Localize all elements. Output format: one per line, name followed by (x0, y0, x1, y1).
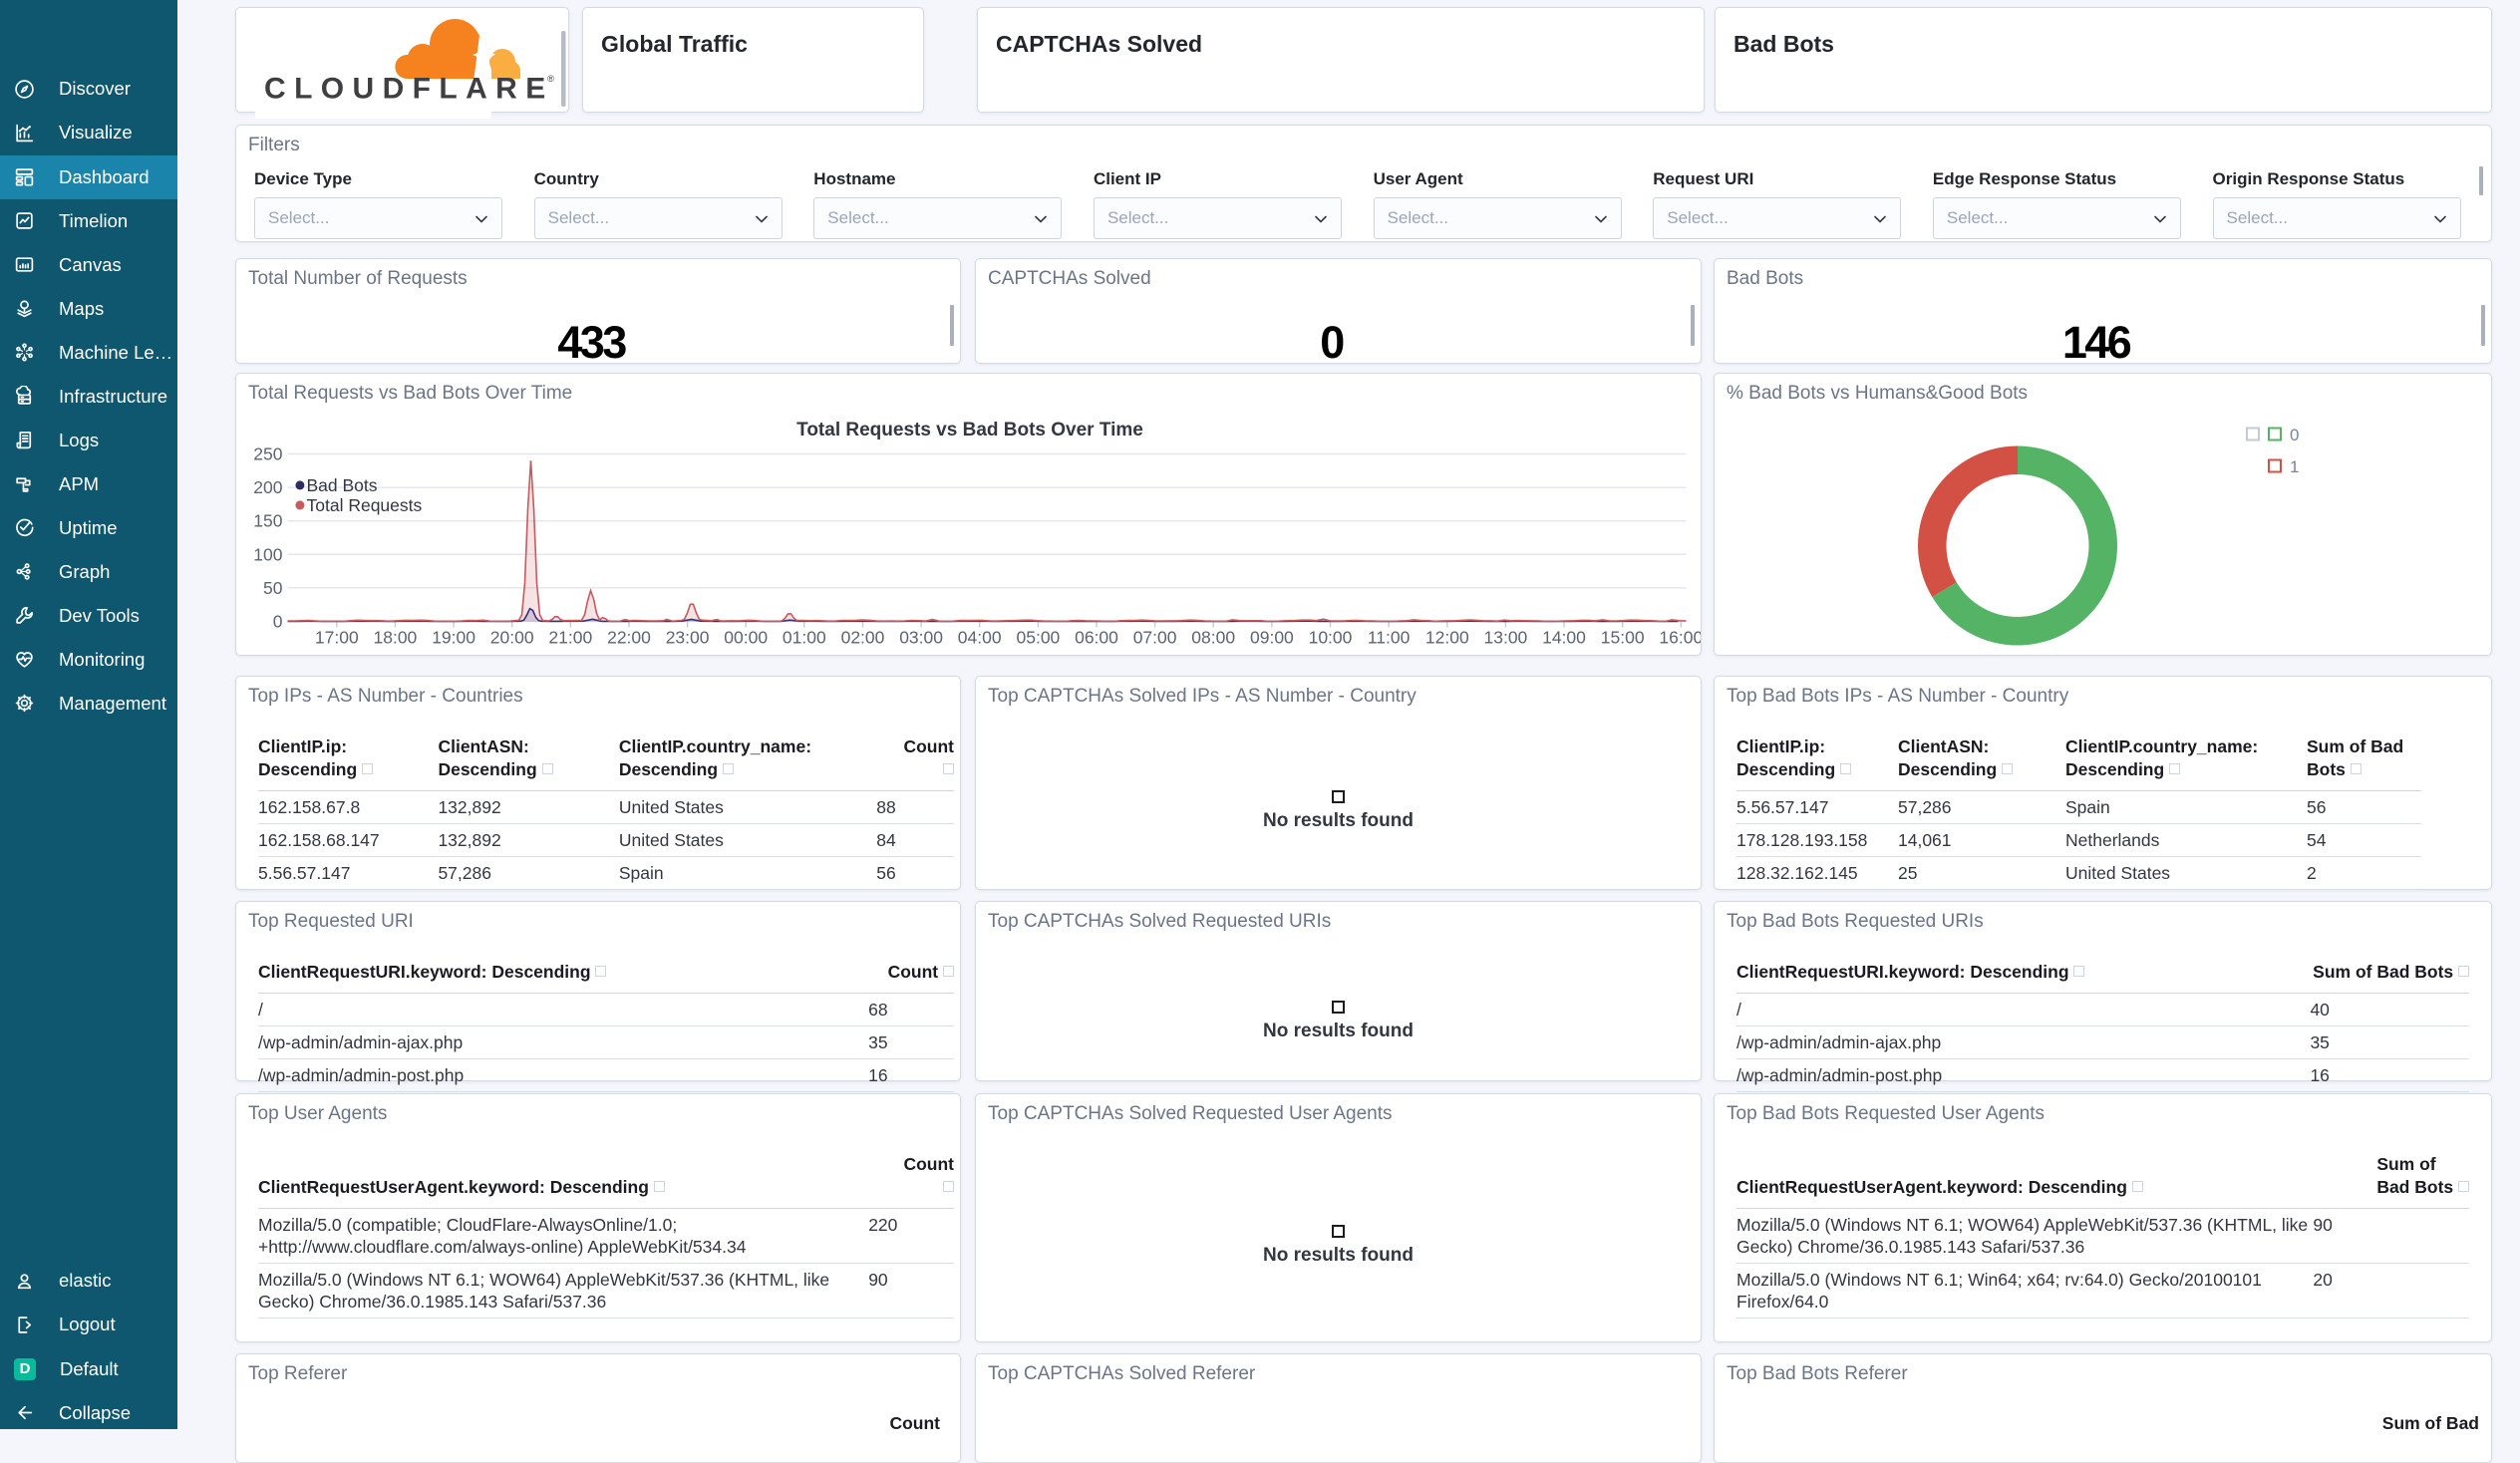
svg-text:05:00: 05:00 (1017, 628, 1061, 648)
svg-text:06:00: 06:00 (1075, 628, 1118, 648)
svg-text:04:00: 04:00 (958, 628, 1002, 648)
svg-text:11:00: 11:00 (1368, 628, 1411, 648)
svg-text:17:00: 17:00 (315, 628, 359, 648)
svg-text:Total Requests vs Bad Bots Ove: Total Requests vs Bad Bots Over Time (796, 420, 1143, 440)
svg-text:22:00: 22:00 (607, 628, 651, 648)
svg-text:50: 50 (263, 578, 283, 598)
svg-text:01:00: 01:00 (783, 628, 826, 648)
svg-text:18:00: 18:00 (374, 628, 418, 648)
svg-text:02:00: 02:00 (841, 628, 885, 648)
svg-text:200: 200 (253, 477, 282, 497)
svg-text:10:00: 10:00 (1309, 628, 1353, 648)
svg-text:20:00: 20:00 (490, 628, 534, 648)
svg-text:150: 150 (253, 511, 282, 531)
svg-text:Total Requests: Total Requests (307, 495, 423, 515)
svg-text:CLOUDFLARE: CLOUDFLARE (264, 73, 554, 106)
svg-text:100: 100 (253, 544, 282, 564)
svg-text:19:00: 19:00 (432, 628, 475, 648)
svg-text:13:00: 13:00 (1484, 628, 1528, 648)
svg-text:250: 250 (253, 444, 282, 464)
svg-text:16:00: 16:00 (1659, 628, 1701, 648)
svg-text:®: ® (547, 74, 554, 85)
svg-text:0: 0 (2290, 426, 2299, 444)
svg-text:03:00: 03:00 (899, 628, 943, 648)
svg-text:08:00: 08:00 (1191, 628, 1235, 648)
svg-text:09:00: 09:00 (1250, 628, 1294, 648)
svg-text:0: 0 (273, 612, 283, 632)
svg-text:23:00: 23:00 (666, 628, 710, 648)
svg-text:1: 1 (2290, 457, 2299, 476)
svg-text:00:00: 00:00 (724, 628, 768, 648)
svg-text:12:00: 12:00 (1425, 628, 1469, 648)
svg-text:Bad Bots: Bad Bots (307, 475, 378, 495)
svg-text:15:00: 15:00 (1601, 628, 1645, 648)
svg-text:07:00: 07:00 (1133, 628, 1177, 648)
svg-text:14:00: 14:00 (1542, 628, 1586, 648)
svg-text:21:00: 21:00 (548, 628, 592, 648)
